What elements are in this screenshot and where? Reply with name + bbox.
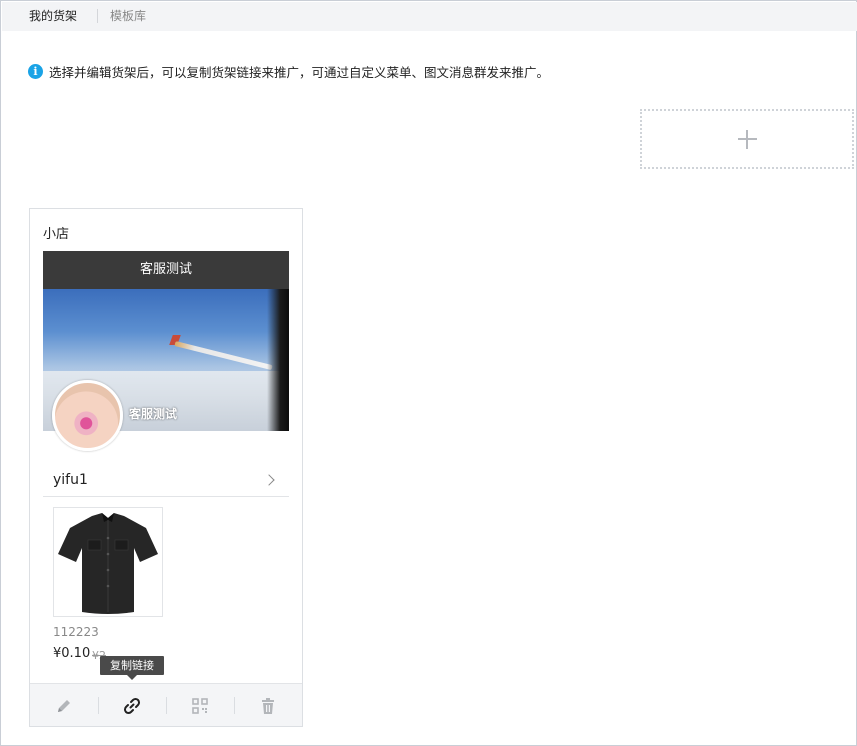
product-image[interactable]: [53, 507, 163, 617]
product-name: 112223: [53, 625, 99, 639]
plus-icon: [737, 129, 757, 149]
qrcode-button[interactable]: [166, 684, 234, 727]
page-frame: 我的货架 模板库 i 选择并编辑货架后，可以复制货架链接来推广，可通过自定义菜单…: [0, 0, 857, 746]
add-shelf-button[interactable]: [640, 109, 854, 169]
copy-link-tooltip: 复制链接: [100, 656, 164, 680]
category-row[interactable]: yifu1: [43, 463, 289, 497]
tab-bar: 我的货架 模板库: [2, 2, 857, 31]
chevron-right-icon: [263, 474, 275, 486]
shelf-card-title: 小店: [43, 227, 70, 242]
shelf-card[interactable]: 小店 客服测试 客服测试 yifu1 112223 ¥0.10 ¥2 复制链接: [29, 208, 303, 727]
shop-header: 客服测试: [43, 251, 289, 289]
card-action-bar: [30, 683, 302, 726]
link-icon: [123, 697, 141, 714]
avatar-name: 客服测试: [129, 407, 178, 421]
tab-template-library[interactable]: 模板库: [110, 8, 146, 24]
info-icon: i: [28, 63, 43, 79]
shirt-image: [58, 513, 158, 614]
edit-button[interactable]: [30, 684, 98, 727]
trash-icon: [262, 697, 274, 714]
pencil-icon: [58, 699, 70, 712]
banner-wing: [174, 341, 273, 371]
copy-link-button[interactable]: [98, 684, 166, 727]
notice-text: 选择并编辑货架后，可以复制货架链接来推广，可通过自定义菜单、图文消息群发来推广。: [49, 64, 550, 80]
notice-bar: i 选择并编辑货架后，可以复制货架链接来推广，可通过自定义菜单、图文消息群发来推…: [28, 62, 549, 80]
tab-divider: [97, 9, 98, 23]
banner-window-edge: [267, 289, 289, 431]
qrcode-icon: [192, 697, 208, 714]
product-price: ¥0.10: [53, 646, 91, 661]
delete-button[interactable]: [234, 684, 302, 727]
category-label: yifu1: [53, 472, 88, 488]
tab-my-shelves[interactable]: 我的货架: [29, 8, 77, 24]
avatar: [52, 380, 123, 451]
